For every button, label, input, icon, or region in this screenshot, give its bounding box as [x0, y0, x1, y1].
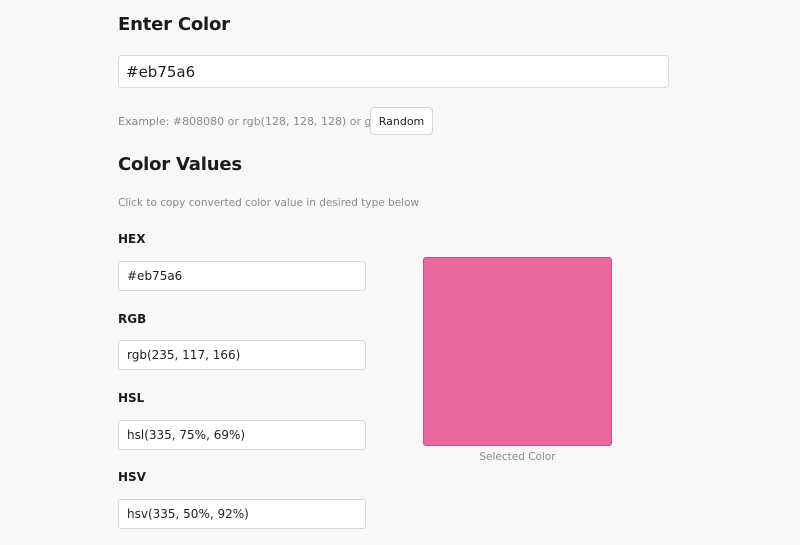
- hsl-label: HSL: [118, 391, 145, 405]
- rgb-label: RGB: [118, 312, 147, 326]
- hsv-field[interactable]: [118, 499, 366, 529]
- swatch-caption: Selected Color: [479, 451, 556, 463]
- enter-color-title: Enter Color: [118, 14, 230, 35]
- hex-label: HEX: [118, 232, 146, 246]
- color-values-title: Color Values: [118, 154, 242, 175]
- random-button[interactable]: Random: [370, 107, 433, 135]
- hsv-label: HSV: [118, 470, 146, 484]
- rgb-field[interactable]: [118, 340, 366, 370]
- color-input[interactable]: [118, 55, 669, 88]
- copy-hint: Click to copy converted color value in d…: [118, 197, 420, 209]
- color-swatch: [423, 257, 612, 446]
- hsl-field[interactable]: [118, 420, 366, 450]
- hex-field[interactable]: [118, 261, 366, 291]
- example-text: Example: #808080 or rgb(128, 128, 128) o…: [118, 115, 404, 128]
